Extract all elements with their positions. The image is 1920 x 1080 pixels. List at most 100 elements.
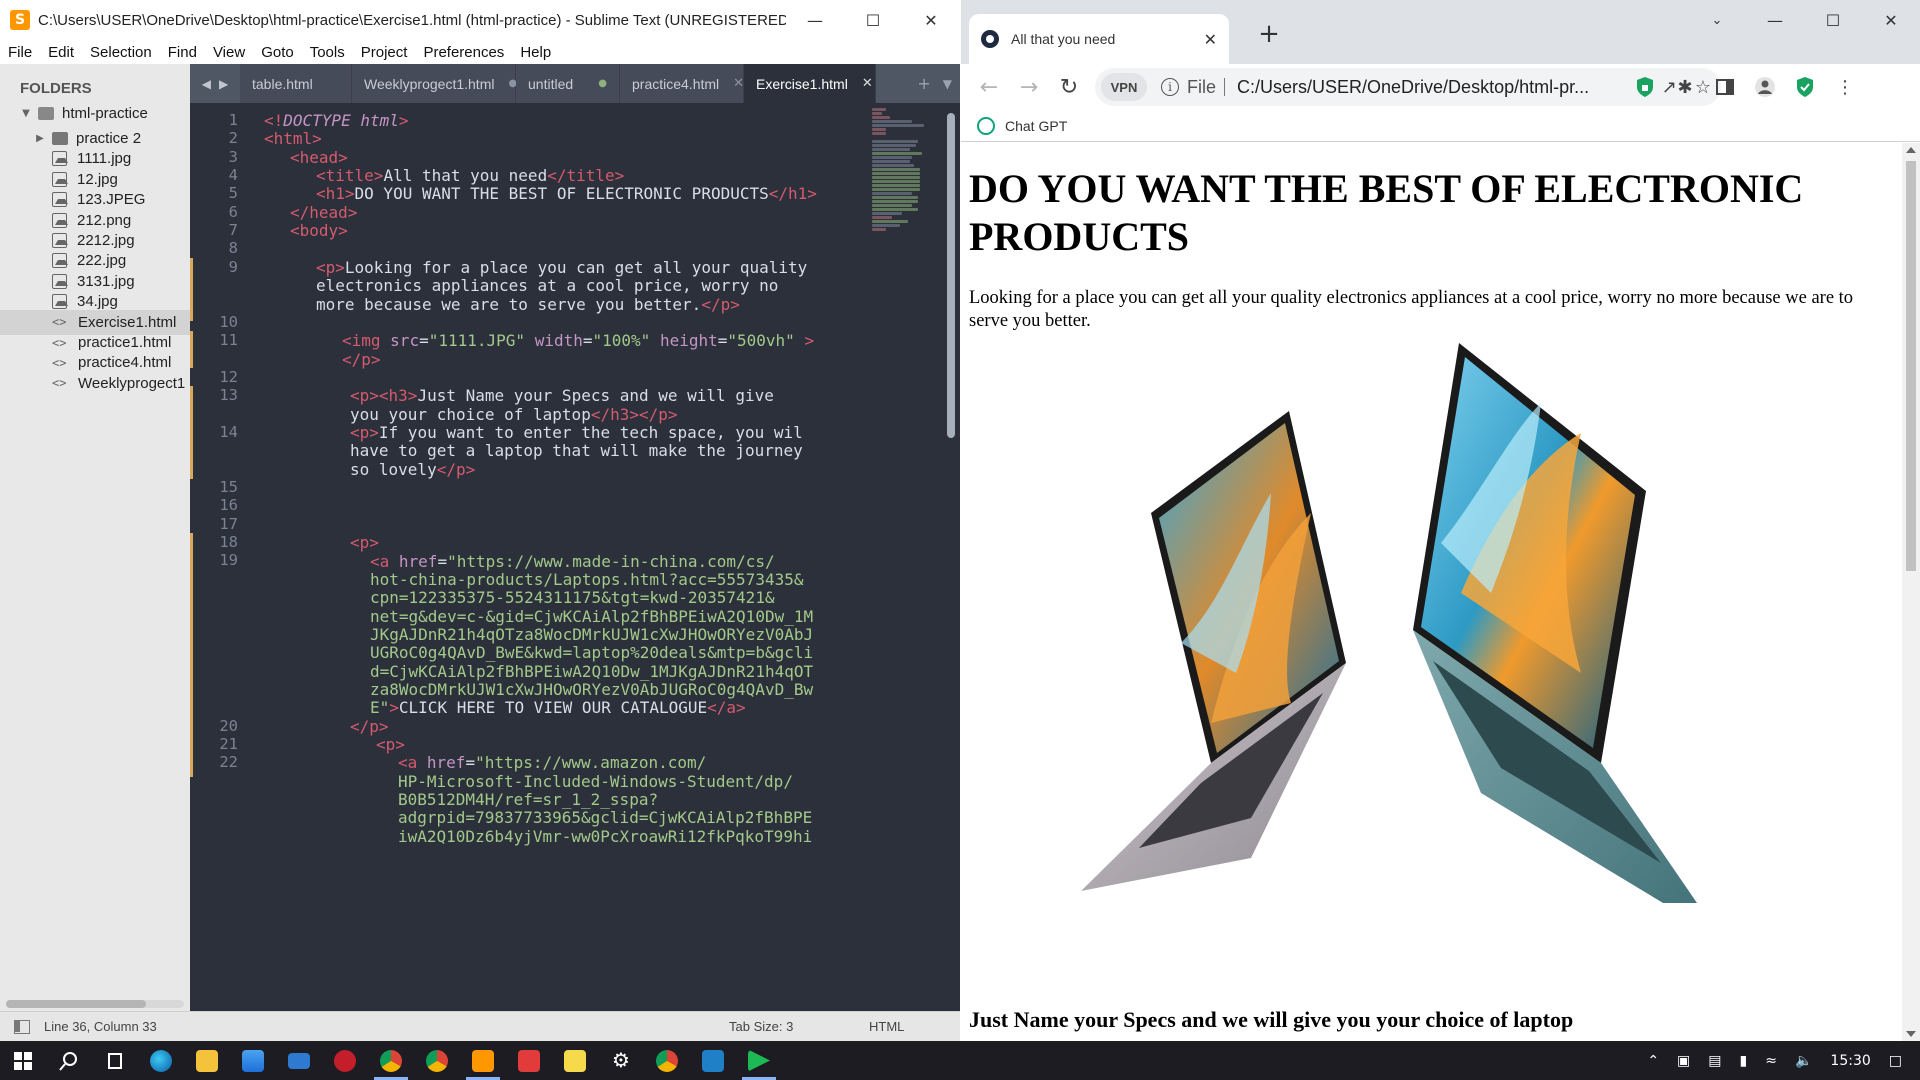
menu-preferences[interactable]: Preferences [415, 44, 512, 61]
device-icon[interactable]: ▤ [1708, 1053, 1721, 1069]
tab-weeklyprogect1[interactable]: Weeklyprogect1.html ● [352, 64, 517, 103]
tab-prev-icon[interactable]: ◀ [202, 77, 211, 91]
profile-avatar-icon[interactable] [1753, 75, 1777, 99]
specs-heading: Just Name your Specs and we will give yo… [969, 1007, 1574, 1032]
right-laptop [1413, 343, 1697, 903]
editor-scrollbar[interactable] [947, 109, 956, 999]
code-area[interactable]: <!DOCTYPE html> <html> <head> <title>All… [264, 103, 914, 1011]
sticky-notes-icon[interactable] [552, 1041, 598, 1080]
photos-icon[interactable] [690, 1041, 736, 1080]
chrome-menu-icon[interactable]: ⋮ [1833, 75, 1857, 99]
menu-selection[interactable]: Selection [82, 44, 160, 61]
settings-gear-icon[interactable]: ⚙ [598, 1041, 644, 1080]
menu-file[interactable]: File [0, 44, 40, 61]
line-number: 6 [228, 202, 238, 221]
address-bar[interactable]: VPN i File C:/Users/USER/OneDrive/Deskto… [1095, 68, 1721, 106]
menu-edit[interactable]: Edit [40, 44, 82, 61]
sidebar-scrollbar[interactable] [6, 1000, 184, 1008]
sidebar-toggle-icon[interactable] [14, 1019, 30, 1034]
adblock-shield-icon[interactable] [1633, 75, 1657, 99]
edge-icon[interactable] [138, 1041, 184, 1080]
battery-icon[interactable]: ▮ [1740, 1053, 1748, 1069]
tab-nav[interactable]: ◀ ▶ [190, 64, 240, 103]
forward-arrow-icon[interactable]: → [1009, 67, 1049, 107]
expand-arrow-icon[interactable]: ▼ [20, 108, 32, 119]
tab-close-icon[interactable]: ✕ [1204, 30, 1217, 49]
bookmark-chatgpt[interactable]: Chat GPT [1005, 118, 1067, 134]
syntax-mode[interactable]: HTML [869, 1019, 904, 1034]
meet-now-icon[interactable]: ▣ [1677, 1053, 1690, 1069]
modified-line-marker [190, 533, 193, 733]
volume-icon[interactable]: 🔈 [1795, 1053, 1812, 1069]
menu-goto[interactable]: Goto [253, 44, 302, 61]
tab-size[interactable]: Tab Size: 3 [729, 1019, 869, 1034]
menu-find[interactable]: Find [160, 44, 205, 61]
extensions-puzzle-icon[interactable]: ✱ [1673, 75, 1697, 99]
info-icon[interactable]: i [1161, 78, 1179, 96]
menu-view[interactable]: View [205, 44, 253, 61]
new-tab-plus-icon[interactable]: + [1249, 14, 1289, 54]
image-file-icon [52, 171, 68, 187]
tab-practice4[interactable]: practice4.html ✕ [620, 64, 744, 103]
tree-root-folder[interactable]: ▼ html-practice [0, 101, 190, 126]
media-player-icon[interactable] [736, 1041, 782, 1080]
notifications-icon[interactable]: □ [1889, 1053, 1902, 1069]
sidebar-item[interactable]: <> Weeklyprogect1 [0, 371, 190, 396]
clock[interactable]: 15:30 [1830, 1053, 1870, 1069]
page-scrollbar[interactable] [1902, 143, 1920, 1041]
back-arrow-icon[interactable]: ← [969, 67, 1009, 107]
sublime-text-icon[interactable] [460, 1041, 506, 1080]
code-editor[interactable]: 1 2 3 4 5 6 7 8 9 10 11 12 13 14 15 16 17 18 19 20 21 22 <!DO… [190, 103, 960, 1011]
tab-next-icon[interactable]: ▶ [219, 77, 228, 91]
chrome-alt-icon[interactable] [414, 1041, 460, 1080]
maximize-icon[interactable]: ☐ [844, 0, 902, 40]
minimap[interactable] [872, 107, 930, 297]
menu-tools[interactable]: Tools [302, 44, 353, 61]
modified-line-marker [190, 331, 193, 368]
tab-dropdown-icon[interactable]: ▼ [943, 77, 952, 91]
code-file-icon: <> [52, 376, 67, 391]
minimize-icon[interactable]: — [786, 0, 844, 40]
file-explorer-icon[interactable] [184, 1041, 230, 1080]
tab-close-icon[interactable]: ✕ [733, 76, 744, 91]
menu-project[interactable]: Project [353, 44, 416, 61]
reload-icon[interactable]: ↻ [1049, 67, 1089, 107]
chrome-icon[interactable] [644, 1041, 690, 1080]
line-number: 18 [219, 533, 238, 552]
maximize-icon[interactable]: ☐ [1804, 0, 1862, 40]
url-text[interactable]: C:/Users/USER/OneDrive/Desktop/html-pr..… [1225, 77, 1595, 98]
tab-untitled[interactable]: untitled ● [516, 64, 620, 103]
windows-start-icon[interactable] [0, 1041, 46, 1080]
code-line: hot-china-products/Laptops.html?acc=5557… [370, 570, 804, 589]
mail-icon[interactable] [276, 1041, 322, 1080]
wifi-icon[interactable]: ≈ [1765, 1053, 1777, 1069]
code-line: HP-Microsoft-Included-Windows-Student/dp… [398, 772, 793, 791]
close-icon[interactable]: ✕ [902, 0, 960, 40]
tab-table[interactable]: table.html [240, 64, 352, 103]
new-tab-plus-icon[interactable]: + [917, 74, 930, 93]
url-scheme-label: File [1187, 78, 1226, 96]
line-number: 11 [219, 331, 238, 350]
security-shield-icon[interactable] [1793, 75, 1817, 99]
minimize-icon[interactable]: — [1746, 0, 1804, 40]
line-number: 3 [228, 147, 238, 166]
tab-search-chevron-icon[interactable]: ⌄ [1688, 0, 1746, 40]
sidebar-item-label: 34.jpg [77, 293, 118, 311]
menu-help[interactable]: Help [512, 44, 559, 61]
task-view-icon[interactable] [92, 1041, 138, 1080]
intro-paragraph: Looking for a place you can get all your… [969, 288, 1854, 331]
vpn-badge[interactable]: VPN [1101, 73, 1147, 101]
tab-close-icon[interactable]: ✕ [862, 76, 873, 91]
expand-arrow-icon[interactable]: ▶ [34, 133, 46, 144]
search-icon[interactable] [46, 1041, 92, 1080]
browser-tab[interactable]: All that you need ✕ [969, 14, 1229, 64]
web-page: DO YOU WANT THE BEST OF ELECTRONIC PRODU… [961, 143, 1902, 1041]
media-app-icon[interactable] [322, 1041, 368, 1080]
app-s-icon[interactable] [506, 1041, 552, 1080]
close-icon[interactable]: ✕ [1862, 0, 1920, 40]
chrome-profile-icon[interactable] [368, 1041, 414, 1080]
store-icon[interactable] [230, 1041, 276, 1080]
side-panel-icon[interactable] [1713, 75, 1737, 99]
tray-chevron-icon[interactable]: ⌃ [1647, 1053, 1659, 1069]
tab-exercise1[interactable]: Exercise1.html ✕ [744, 64, 876, 103]
